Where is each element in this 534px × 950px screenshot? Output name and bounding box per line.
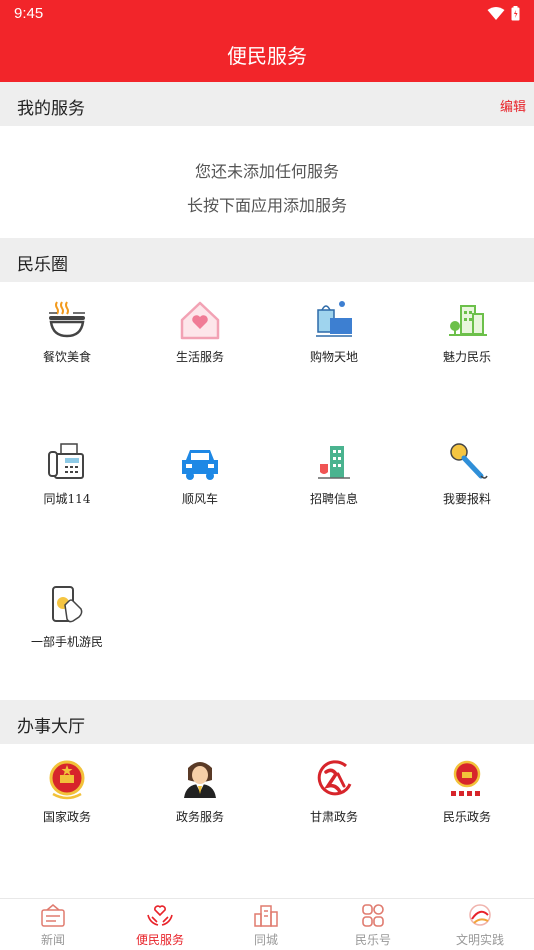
national-emblem-icon: [49, 760, 85, 800]
service-tile-report[interactable]: 我要报料: [400, 440, 534, 507]
gov-label: 国家政务: [42, 810, 91, 824]
food-bowl-icon: [49, 301, 85, 338]
tab-label: 便民服务: [135, 933, 184, 947]
gov-tile-minle[interactable]: 民乐政务: [400, 758, 534, 825]
service-label: 购物天地: [309, 350, 358, 364]
tab-label: 民乐号: [354, 933, 391, 947]
status-icons: [487, 6, 520, 21]
news-icon: [41, 904, 65, 927]
service-tile-carpool[interactable]: 顺风车: [133, 440, 267, 507]
gov-label: 政务服务: [175, 810, 224, 824]
tab-news[interactable]: 新闻: [0, 903, 106, 948]
office-hall-header: 办事大厅: [0, 700, 534, 744]
service-tile-jobs[interactable]: 招聘信息: [267, 440, 401, 507]
tab-minle-account[interactable]: 民乐号: [320, 903, 426, 948]
battery-icon: [511, 6, 520, 21]
office-building-icon: [318, 446, 350, 479]
empty-services-message: 您还未添加任何服务: [194, 162, 339, 181]
tab-same-city[interactable]: 同城: [213, 903, 319, 948]
service-label: 生活服务: [175, 350, 224, 364]
gov-tile-services[interactable]: 政务服务: [133, 758, 267, 825]
taxi-icon: [182, 450, 218, 480]
app-header: 9:45 便民服务: [0, 0, 534, 82]
service-tile-phone-tour[interactable]: 一部手机游民: [0, 583, 134, 650]
service-label: 一部手机游民: [30, 635, 103, 649]
tab-label: 新闻: [40, 933, 65, 947]
civilization-logo-icon: [469, 904, 491, 926]
grid-apps-icon: [362, 904, 384, 927]
page-title: 便民服务: [227, 44, 307, 68]
service-tile-shopping[interactable]: 购物天地: [267, 298, 401, 365]
service-label: 招聘信息: [309, 492, 358, 506]
bottom-nav: 新闻 便民服务 同城 民乐号 文明实践: [0, 898, 534, 950]
my-services-heading: 我的服务: [17, 99, 85, 119]
gansu-logo-icon: [317, 760, 352, 796]
gov-label: 甘肃政务: [309, 810, 358, 824]
status-bar: 9:45: [0, 0, 534, 28]
service-tile-food[interactable]: 餐饮美食: [0, 298, 134, 365]
service-agent-icon: [184, 762, 216, 798]
wifi-icon: [487, 6, 505, 20]
city-buildings-icon: [449, 305, 487, 336]
service-label: 同城114: [43, 492, 91, 506]
tab-label: 同城: [253, 933, 278, 947]
service-label: 我要报料: [442, 492, 491, 506]
phone-touch-icon: [52, 586, 83, 623]
minle-emblem-icon: [451, 760, 483, 797]
service-label: 餐饮美食: [42, 350, 91, 364]
service-label: 顺风车: [181, 492, 218, 506]
service-label: 魅力民乐: [442, 350, 491, 364]
gov-label: 民乐政务: [442, 810, 491, 824]
minle-circle-header: 民乐圈: [0, 238, 534, 282]
tab-convenience-services[interactable]: 便民服务: [107, 903, 213, 948]
tab-civilization-practice[interactable]: 文明实践: [427, 903, 533, 948]
service-tile-charm[interactable]: 魅力民乐: [400, 298, 534, 365]
shopping-bags-icon: [316, 301, 352, 337]
minle-circle-heading: 民乐圈: [17, 255, 68, 275]
service-tile-life[interactable]: 生活服务: [133, 298, 267, 365]
status-time: 9:45: [14, 5, 44, 22]
office-hall-heading: 办事大厅: [17, 717, 85, 737]
city-icon: [254, 905, 278, 927]
empty-services-hint: 长按下面应用添加服务: [186, 196, 347, 215]
fax-phone-icon: [48, 443, 84, 479]
tab-label: 文明实践: [455, 933, 504, 947]
edit-button[interactable]: 编辑: [500, 96, 526, 115]
gov-tile-gansu[interactable]: 甘肃政务: [267, 758, 401, 825]
house-heart-icon: [180, 301, 220, 340]
hands-heart-icon: [147, 905, 173, 926]
my-services-header: 我的服务 编辑: [0, 82, 534, 126]
gov-tile-national[interactable]: 国家政务: [0, 758, 134, 825]
microphone-icon: [450, 443, 488, 479]
service-tile-114[interactable]: 同城114: [0, 440, 134, 507]
